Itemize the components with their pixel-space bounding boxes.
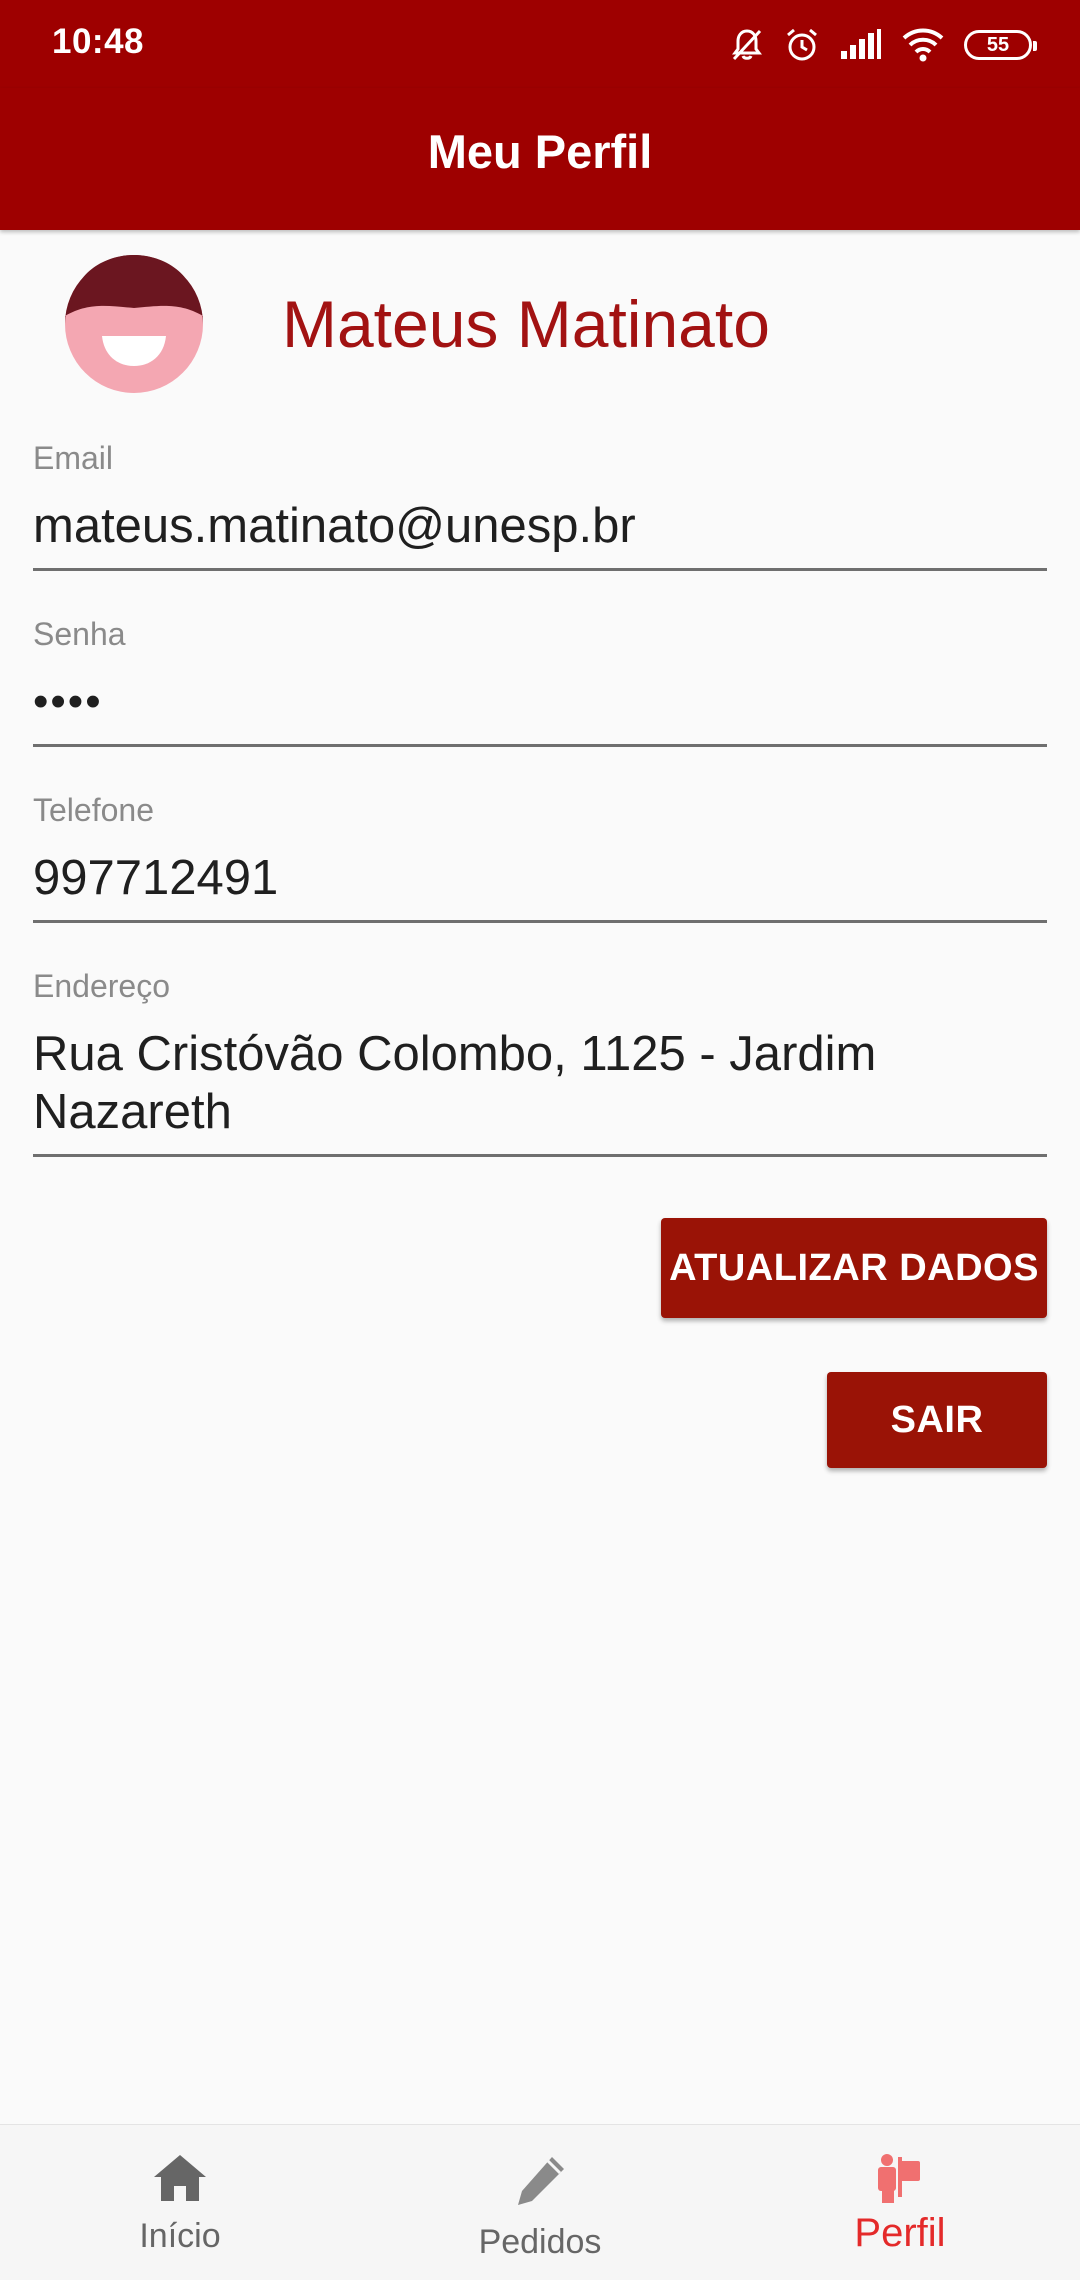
address-input[interactable]: Rua Cristóvão Colombo, 1125 - Jardim Naz… (33, 1025, 1047, 1141)
email-input[interactable]: mateus.matinato@unesp.br (33, 497, 1047, 555)
wifi-icon (902, 28, 944, 62)
address-underline (33, 1154, 1047, 1157)
logout-button[interactable]: SAIR (827, 1372, 1047, 1468)
profile-name: Mateus Matinato (282, 287, 770, 361)
nav-label-pedidos: Pedidos (478, 2223, 602, 2261)
status-icons: 55 (730, 22, 1037, 68)
profile-header: Mateus Matinato (0, 240, 1080, 400)
nav-label-perfil: Perfil (854, 2211, 946, 2255)
address-field[interactable]: Endereço Rua Cristóvão Colombo, 1125 - J… (33, 968, 1047, 1158)
nav-item-pedidos[interactable]: Pedidos (360, 2125, 720, 2280)
email-field[interactable]: Email mateus.matinato@unesp.br (33, 440, 1047, 572)
home-icon (152, 2125, 208, 2203)
phone-underline (33, 920, 1047, 923)
nav-item-inicio[interactable]: Início (0, 2125, 360, 2280)
app-bar: Meu Perfil (0, 88, 1080, 230)
address-label: Endereço (33, 968, 170, 1004)
signal-icon (840, 29, 882, 61)
password-label: Senha (33, 616, 126, 652)
avatar-face-icon (65, 255, 203, 393)
address-line-1: Rua Cristóvão Colombo, 1125 - Jardim (33, 1027, 877, 1081)
battery-icon: 55 (964, 30, 1037, 60)
bell-off-icon (730, 27, 764, 63)
alarm-icon (784, 27, 820, 63)
avatar (64, 254, 204, 394)
status-bar: 10:48 55 (0, 0, 1080, 88)
page-title: Meu Perfil (427, 124, 653, 178)
password-underline (33, 744, 1047, 747)
email-underline (33, 568, 1047, 571)
nav-label-inicio: Início (139, 2217, 221, 2255)
bottom-nav: Início Pedidos Perfil (0, 2124, 1080, 2280)
password-input[interactable]: •••• (33, 673, 1047, 731)
status-time: 10:48 (52, 22, 145, 61)
person-icon (874, 2125, 926, 2203)
update-data-button[interactable]: ATUALIZAR DADOS (661, 1218, 1047, 1318)
phone-input[interactable]: 997712491 (33, 849, 1047, 907)
phone-label: Telefone (33, 792, 154, 828)
pencil-icon (512, 2125, 568, 2209)
password-field[interactable]: Senha •••• (33, 616, 1047, 748)
address-line-2: Nazareth (33, 1085, 232, 1139)
nav-item-perfil[interactable]: Perfil (720, 2125, 1080, 2280)
phone-field[interactable]: Telefone 997712491 (33, 792, 1047, 924)
email-label: Email (33, 440, 114, 476)
